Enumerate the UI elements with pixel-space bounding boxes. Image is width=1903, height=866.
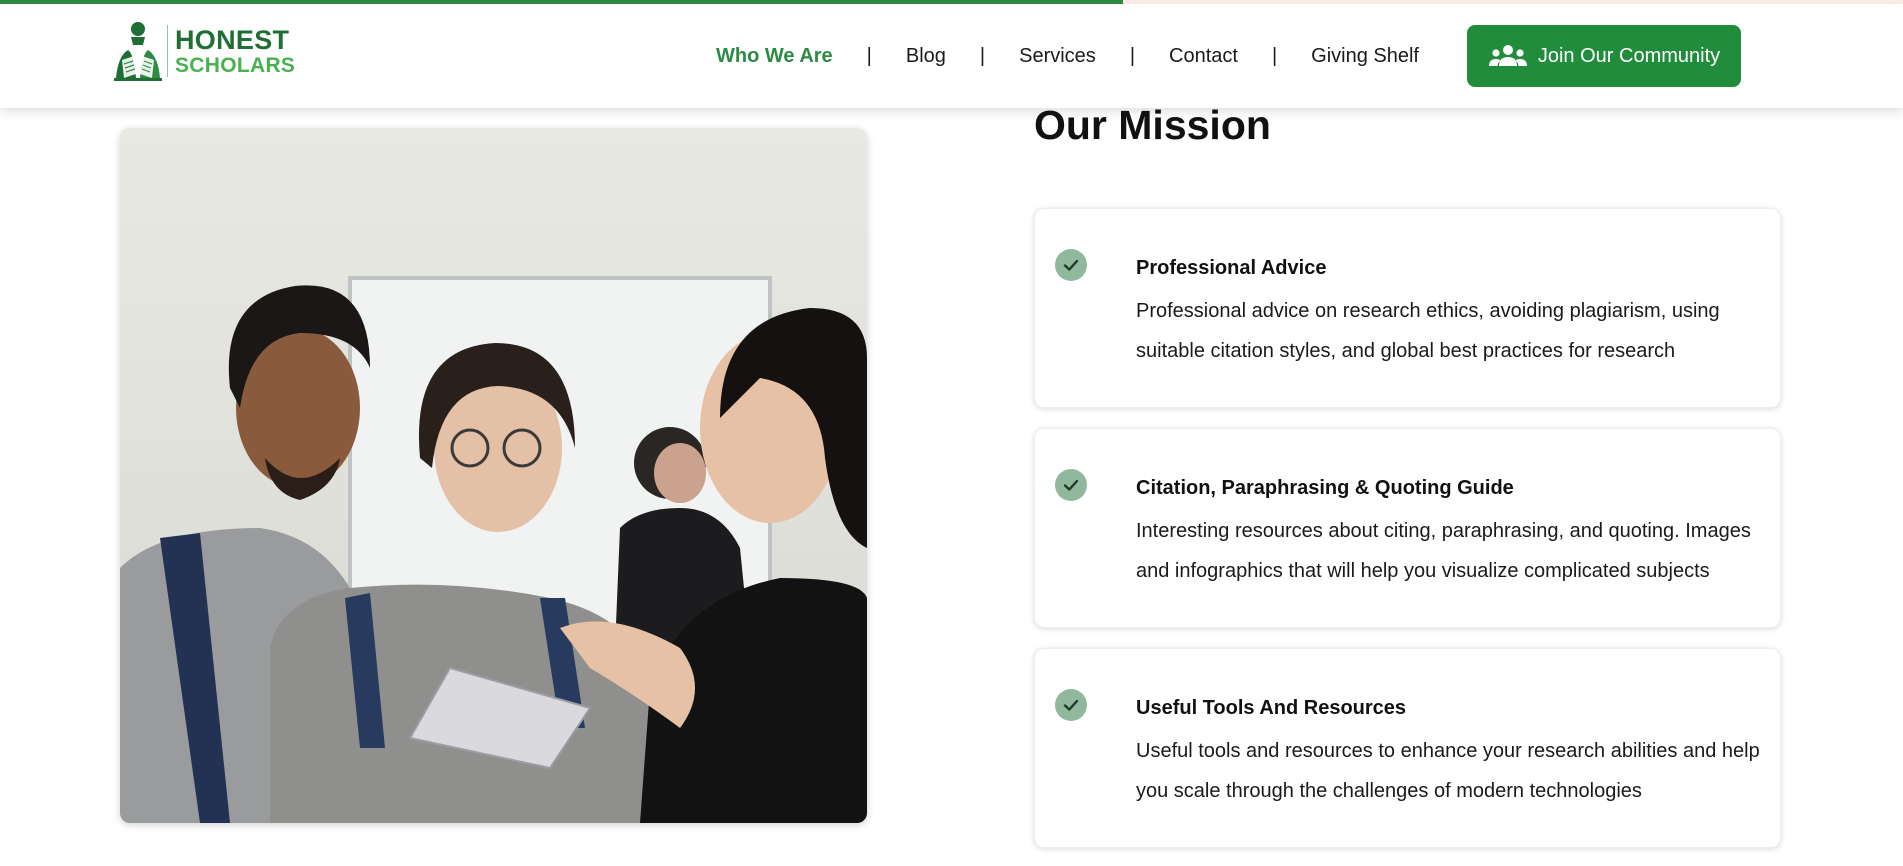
mission-card: Useful Tools And Resources Useful tools … (1034, 648, 1781, 848)
mission-card-title: Citation, Paraphrasing & Quoting Guide (1136, 477, 1514, 499)
mission-card-title: Professional Advice (1136, 257, 1327, 279)
nav-separator: | (1129, 44, 1136, 67)
join-community-button[interactable]: Join Our Community (1467, 25, 1741, 87)
nav-link-blog[interactable]: Blog (890, 45, 962, 68)
mission-card-description: Interesting resources about citing, para… (1136, 520, 1751, 582)
nav-separator: | (1271, 44, 1278, 67)
mission-heading: Our Mission (1034, 102, 1271, 148)
logo-wordmark-line2: SCHOLARS (175, 53, 296, 77)
mission-card: Citation, Paraphrasing & Quoting Guide I… (1034, 428, 1781, 628)
mission-card-description: Useful tools and resources to enhance yo… (1136, 740, 1760, 802)
nav-separator: | (979, 44, 986, 67)
logo-wordmark: HONEST SCHOLARS (175, 24, 296, 77)
students-discussion-illustration (120, 128, 867, 823)
mission-card-description: Professional advice on research ethics, … (1136, 300, 1720, 362)
join-community-label: Join Our Community (1537, 44, 1721, 67)
nav-separator: | (866, 44, 872, 67)
check-circle-icon (1055, 469, 1087, 501)
logo-wordmark-line1: HONEST (175, 24, 290, 55)
mission-card-title: Useful Tools And Resources (1136, 697, 1407, 719)
nav-link-services[interactable]: Services (1003, 45, 1112, 68)
logo-divider (167, 25, 168, 77)
site-logo[interactable]: HONEST SCHOLARS (112, 20, 295, 82)
nav-link-contact[interactable]: Contact (1153, 45, 1254, 68)
nav-link-who-we-are[interactable]: Who We Are (700, 45, 849, 68)
nav-link-giving-shelf[interactable]: Giving Shelf (1295, 45, 1435, 68)
mission-card: Professional Advice Professional advice … (1034, 208, 1781, 408)
students-discussion-photo (120, 128, 867, 823)
scholar-book-logo-icon (114, 22, 162, 81)
main-nav: Who We Are | Blog | Services | Contact |… (700, 4, 1435, 108)
check-circle-icon (1055, 689, 1087, 721)
site-header: HONEST SCHOLARS Who We Are | Blog | Serv… (0, 4, 1903, 108)
users-group-icon (1488, 45, 1527, 66)
check-circle-icon (1055, 249, 1087, 281)
